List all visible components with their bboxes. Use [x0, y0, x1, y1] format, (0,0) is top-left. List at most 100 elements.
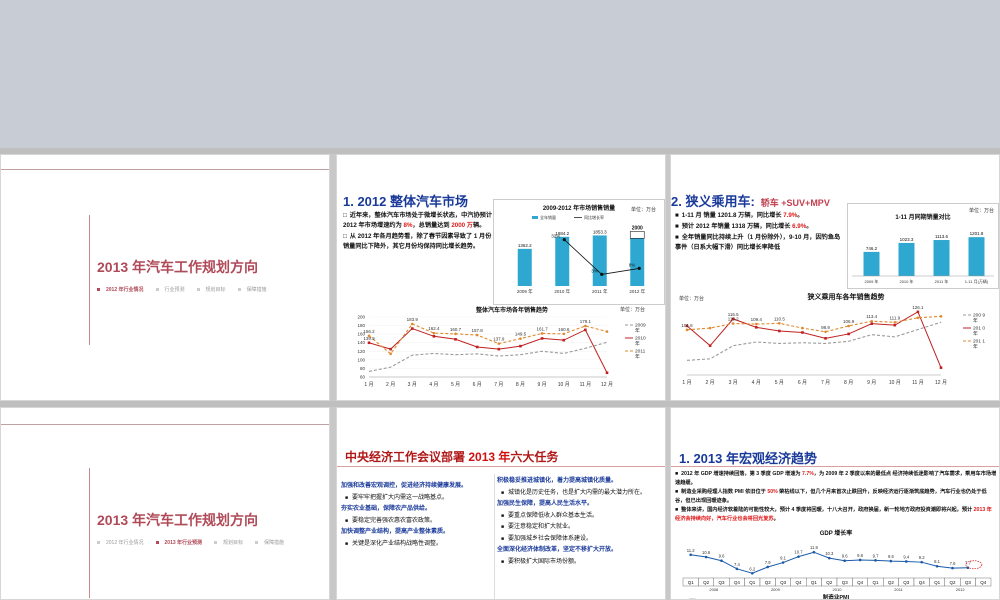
bullet-text: 整体来讲，国内经济软着陆的可能性较大，预计 4 季度将回暖，十八大召开，政府换届…	[681, 507, 974, 514]
bullet-item: ■ 制造业采购经理人指数 PMI 依旧位于 50% 荣枯线以下，但几个月来首次止跌…	[675, 488, 997, 505]
quarter-label: Q1	[811, 580, 818, 585]
slide-thumbnail-overall-market[interactable]: 1. 2012 整体汽车市场 □ 近年来，整体汽车市场处于微增长状态，中汽协预计 …	[336, 154, 666, 401]
series-point	[801, 326, 804, 330]
quarter-label: Q1	[934, 580, 941, 585]
gdp-value-label: 6.2	[749, 566, 755, 571]
legend-label: 年	[973, 330, 978, 337]
bar-chart-svg: 全年销量 同比增长率1362.22009 年1884.22010 年32%1853…	[517, 214, 646, 295]
slide-thumbnail-macro-trend[interactable]: 1. 2013 年宏观经济趋势 ■ 2012 年 GDP 增速持续回落，第 3 季…	[670, 407, 1000, 600]
legend-label: 全年销量	[540, 214, 556, 220]
series-line	[686, 315, 942, 333]
month-label: 7 月	[494, 382, 503, 388]
series-point	[824, 337, 827, 340]
gdp-point	[951, 566, 954, 570]
legend-label: 201 0	[973, 326, 985, 332]
task-item: ■ 要重点保障低收入群众基本生活。	[497, 511, 663, 523]
growth-label: 3%	[591, 268, 598, 273]
title-text: 2. 狭义乘用车:	[671, 194, 755, 209]
quarter-label: Q3	[780, 580, 787, 585]
data-label: 156.2	[363, 329, 375, 334]
category-label: 2012 年	[629, 288, 645, 295]
series-point	[847, 324, 850, 328]
square-bullet-icon: ■	[501, 512, 505, 519]
year-label: 2008	[709, 587, 719, 592]
bar	[898, 242, 915, 276]
right-column: 积极稳妥推进城镇化，着力提高城镇化质量。 ■ 城镇化是历史任务，也是扩大内需的最大潜…	[497, 476, 663, 568]
category-label: 2009 年	[864, 278, 878, 284]
legend-label: 年	[973, 317, 978, 324]
data-label: 126.1	[912, 305, 924, 310]
task-item: ■ 要加强城乡社会保障体系建设。	[497, 534, 663, 546]
series-point	[519, 344, 522, 348]
quarter-label: Q2	[826, 580, 833, 585]
bullet-item: ■ 2012 年 GDP 增速持续回落，第 3 季度 GDP 增速为 7.7%，为…	[675, 470, 997, 487]
bullet-text: 。	[797, 212, 804, 219]
nav-item[interactable]: 2013 年行业预测	[155, 540, 209, 546]
nav-item[interactable]: 2012 年行业情况	[97, 540, 150, 546]
series-line	[368, 323, 608, 355]
top-rule	[1, 169, 329, 170]
series-point	[605, 330, 609, 333]
series-point	[454, 332, 457, 336]
gdp-value-label: 9.7	[873, 553, 879, 558]
bullet-text: 1-11 月 销量 1201.8 万辆，同比增长	[681, 212, 784, 219]
bullet-item: ■ 整体来讲，国内经济软着陆的可能性较大，预计 4 季度将回暖，十八大召开，政府换…	[675, 506, 997, 523]
quarter-label: Q4	[919, 580, 926, 585]
series-point	[824, 330, 827, 334]
nav-square-icon	[255, 541, 259, 545]
gdp-value-label: 10.3	[825, 551, 834, 556]
bullet-text: 2012 年 GDP 增速持续回落，第 3 季度 GDP 增速为	[681, 471, 803, 477]
category-label: 2010 年	[554, 288, 570, 295]
task-text: 要注意稳定和扩大就业。	[508, 524, 575, 530]
task-text: 加强民生保障，提高人民生活水平。	[497, 501, 594, 507]
task-text: 城镇化是历史任务，也是扩大内需的最大潜力所在。	[508, 489, 647, 496]
gdp-point	[920, 560, 923, 564]
gdp-point	[720, 559, 723, 563]
bar-line-chart-2009-2012: 2009-2012 年市场销售销量 单位：万台 全年销量 同比增长率 1362.2 2…	[493, 199, 665, 305]
square-bullet-icon: ■	[675, 234, 679, 241]
bar-value-label: 1362.2	[518, 243, 532, 248]
nav-item[interactable]: 保障措施	[237, 287, 273, 293]
task-text: 加强和改善宏观调控，促进经济持续健康发展。	[341, 483, 468, 489]
title-rule	[337, 466, 665, 467]
series-point	[708, 326, 712, 330]
y-tick-label: 60	[360, 375, 366, 380]
bar	[517, 248, 532, 286]
gdp-point	[874, 559, 877, 562]
series-point	[497, 347, 501, 351]
gdp-value-label: 9.6	[719, 554, 725, 559]
growth-label: 32%	[551, 234, 560, 239]
slide-thumbnail-cover-2[interactable]: 2013 年汽车工作规划方向 2012 年行业情况 2013 年行业预测 规划目标 保…	[0, 407, 330, 600]
month-label: 8 月	[844, 380, 853, 386]
nav-square-icon	[237, 288, 241, 292]
nav-item[interactable]: 2012 年行业情况	[97, 287, 150, 293]
bar-value-label: 1853.3	[593, 229, 607, 234]
task-text: 夯实农业基础，保障农产品供给。	[341, 506, 432, 512]
accent-line	[89, 468, 90, 598]
gdp-point	[704, 555, 708, 559]
nav-item[interactable]: 规划目标	[214, 540, 249, 546]
month-label: 11 月	[912, 380, 924, 386]
nav-item[interactable]: 行业预测	[155, 287, 191, 293]
task-heading: 加强民生保障，提高人民生活水平。	[497, 499, 663, 511]
nav-item[interactable]: 规划目标	[196, 287, 232, 293]
growth-point	[600, 272, 604, 276]
series-line	[368, 341, 608, 372]
series-point	[939, 366, 943, 369]
series-point	[410, 327, 414, 330]
task-text: 要加强城乡社会保障体系建设。	[508, 535, 593, 542]
nav-item[interactable]: 保障措施	[255, 540, 290, 546]
slide-thumbnail-passenger-car[interactable]: 2. 狭义乘用车: 轿车 +SUV+MPV ■ 1-11 月 销量 1201.8 万…	[670, 154, 1000, 401]
series-point	[708, 344, 712, 347]
category-label: 1-11 月(万辆)	[965, 278, 989, 284]
series-point	[432, 334, 436, 338]
category-label: 2010 年	[899, 278, 913, 284]
bar-chart-1-11: 1-11 月同期销量对比 单位：万台 746.2 2009 年 1023.3 2010…	[847, 203, 999, 289]
slide-thumbnail-six-tasks[interactable]: 中央经济工作会议部署 2013 年六大任务 加强和改善宏观调控，促进经济持续健康…	[336, 407, 666, 600]
task-text: 积极稳妥推进城镇化，着力提高城镇化质量。	[497, 478, 618, 484]
slide-thumbnail-cover-1[interactable]: 2013 年汽车工作规划方向 2012 年行业情况 行业预测 规划目标 保障措施	[0, 154, 330, 401]
pmi-title: 制造业PMI	[823, 593, 850, 600]
category-label: 2011 年	[592, 288, 608, 295]
task-item: ■ 要注意稳定和扩大就业。	[497, 522, 663, 534]
checkbox-bullet-icon: □	[343, 233, 347, 240]
